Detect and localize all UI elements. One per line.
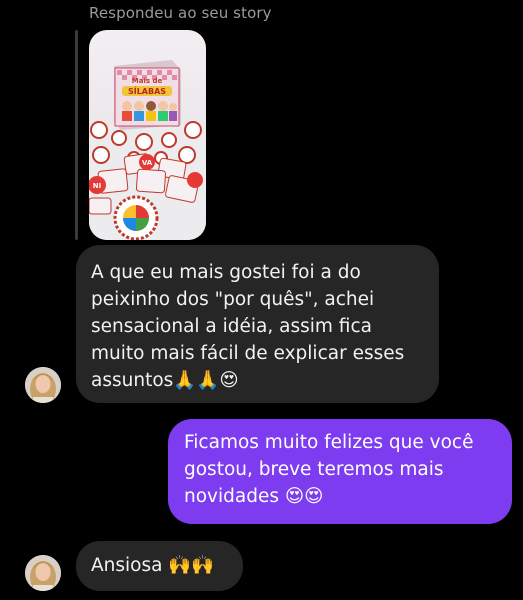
contact-avatar[interactable] <box>25 367 61 403</box>
ball-token <box>113 195 159 240</box>
contact-avatar[interactable] <box>25 555 61 591</box>
story-thumbnail[interactable]: Mais de SÍLABAS VA NI <box>89 30 206 240</box>
story-reply-label: Respondeu ao seu story <box>89 4 272 22</box>
message-text: Ficamos muito felizes que você gostou, b… <box>184 432 474 507</box>
card-text-1: NI <box>93 182 101 190</box>
game-box: Mais de SÍLABAS <box>114 60 181 130</box>
incoming-message-bubble[interactable]: A que eu mais gostei foi a do peixinho d… <box>76 245 439 403</box>
incoming-message-bubble[interactable]: Ansiosa 🙌🙌 <box>76 541 243 591</box>
message-text: Ansiosa 🙌🙌 <box>91 555 215 576</box>
story-image: Mais de SÍLABAS VA NI <box>89 60 206 240</box>
message-text: A que eu mais gostei foi a do peixinho d… <box>91 262 405 391</box>
outgoing-message-bubble[interactable]: Ficamos muito felizes que você gostou, b… <box>168 419 512 524</box>
story-reply-indicator-line <box>75 30 78 240</box>
box-title-line1: Mais de <box>132 77 163 85</box>
box-title-line2: SÍLABAS <box>128 85 166 96</box>
card-text-2: VA <box>142 159 153 167</box>
